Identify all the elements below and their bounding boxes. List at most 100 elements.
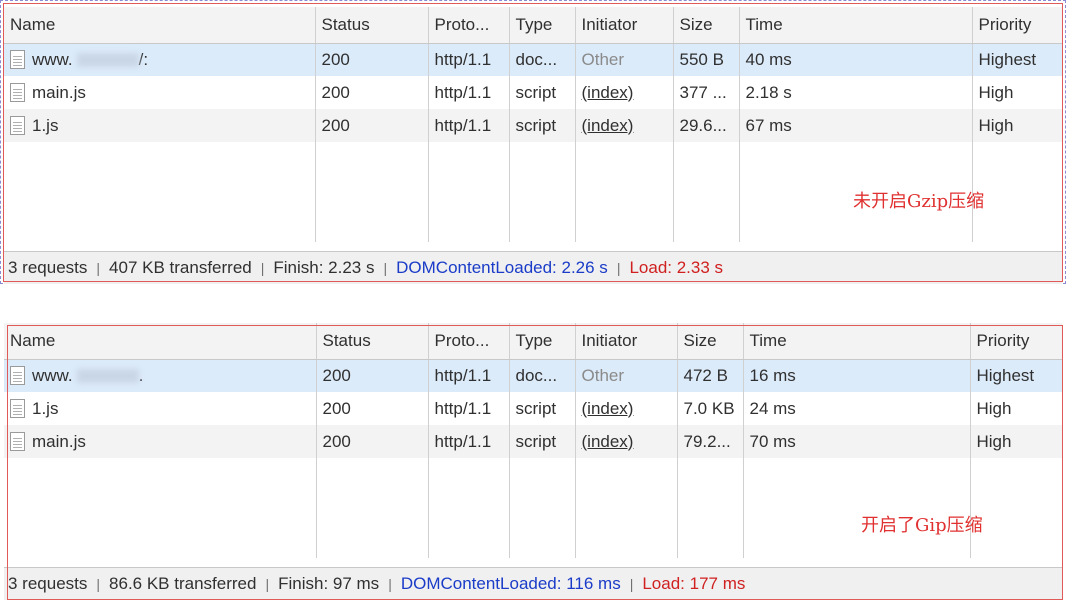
column-header-protocol[interactable]: Proto... — [427, 7, 509, 44]
script-file-icon — [10, 115, 25, 135]
protocol-cell: http/1.1 — [427, 392, 509, 425]
status-cell: 200 — [314, 76, 428, 109]
size-cell: 472 B — [676, 359, 743, 392]
priority-cell: Highest — [971, 43, 1062, 76]
column-header-status[interactable]: Status — [314, 7, 428, 44]
time-cell: 70 ms — [742, 425, 970, 458]
type-cell: script — [508, 109, 575, 142]
protocol-cell: http/1.1 — [427, 109, 509, 142]
document-file-icon — [10, 365, 25, 385]
size-cell: 79.2... — [676, 425, 743, 458]
type-cell: script — [508, 392, 575, 425]
time-cell: 16 ms — [742, 359, 970, 392]
time-cell: 67 ms — [738, 109, 972, 142]
initiator-link[interactable]: (index) — [582, 83, 634, 102]
status-cell: 200 — [314, 43, 428, 76]
transferred-size: 407 KB transferred — [109, 258, 252, 277]
table-row[interactable]: 1.js 200 http/1.1 script (index) 29.6...… — [4, 109, 1062, 142]
request-name-cell[interactable]: 1.js — [4, 109, 315, 142]
status-cell: 200 — [315, 425, 428, 458]
priority-cell: High — [971, 76, 1062, 109]
protocol-cell: http/1.1 — [427, 359, 509, 392]
column-header-initiator[interactable]: Initiator — [574, 7, 673, 44]
column-header-priority[interactable]: Priority — [971, 7, 1062, 44]
type-cell: script — [508, 425, 575, 458]
column-header-time[interactable]: Time — [742, 323, 970, 360]
priority-cell: High — [969, 392, 1062, 425]
protocol-cell: http/1.1 — [427, 425, 509, 458]
dom-content-loaded-time: DOMContentLoaded: 116 ms — [400, 574, 621, 593]
request-name-cell[interactable]: main.js — [4, 76, 315, 109]
priority-cell: High — [969, 425, 1062, 458]
script-file-icon — [10, 398, 25, 418]
time-cell: 40 ms — [738, 43, 972, 76]
request-name-cell[interactable]: www./: — [4, 43, 315, 76]
column-header-protocol[interactable]: Proto... — [427, 323, 509, 360]
status-cell: 200 — [315, 359, 428, 392]
time-cell: 24 ms — [742, 392, 970, 425]
type-cell: script — [508, 76, 575, 109]
load-time: Load: 2.33 s — [629, 258, 724, 277]
request-count: 3 requests — [8, 574, 88, 593]
status-cell: 200 — [314, 109, 428, 142]
table-row[interactable]: 1.js 200 http/1.1 script (index) 7.0 KB … — [4, 392, 1062, 425]
initiator-cell: Other — [574, 43, 673, 76]
table-header: Name Status Proto... Type Initiator Size… — [4, 7, 1062, 44]
status-cell: 200 — [315, 392, 428, 425]
type-cell: doc... — [508, 43, 575, 76]
priority-cell: Highest — [969, 359, 1062, 392]
script-file-icon — [10, 82, 25, 102]
annotation-label: 开启了Gip压缩 — [861, 515, 983, 536]
table-row[interactable]: main.js 200 http/1.1 script (index) 79.2… — [4, 425, 1062, 458]
column-header-priority[interactable]: Priority — [969, 323, 1062, 360]
finish-time: Finish: 97 ms — [278, 574, 380, 593]
initiator-link[interactable]: (index) — [582, 116, 634, 135]
dom-content-loaded-time: DOMContentLoaded: 2.26 s — [396, 258, 608, 277]
column-header-name[interactable]: Name — [4, 7, 315, 44]
initiator-cell: (index) — [574, 425, 677, 458]
column-header-name[interactable]: Name — [4, 323, 316, 360]
size-cell: 7.0 KB — [676, 392, 743, 425]
type-cell: doc... — [508, 359, 575, 392]
document-file-icon — [10, 49, 25, 69]
priority-cell: High — [971, 109, 1062, 142]
column-header-time[interactable]: Time — [738, 7, 972, 44]
network-panel-gzip-off: Name Status Proto... Type Initiator Size… — [0, 0, 1066, 284]
table-row[interactable]: www./: 200 http/1.1 doc... Other 550 B 4… — [4, 43, 1062, 76]
network-panel-gzip-on: Name Status Proto... Type Initiator Size… — [0, 316, 1066, 600]
size-cell: 377 ... — [672, 76, 739, 109]
initiator-cell: (index) — [574, 392, 677, 425]
protocol-cell: http/1.1 — [427, 76, 509, 109]
table-row[interactable]: www.. 200 http/1.1 doc... Other 472 B 16… — [4, 359, 1062, 392]
request-name-cell[interactable]: 1.js — [4, 392, 316, 425]
column-header-size[interactable]: Size — [676, 323, 743, 360]
request-name-cell[interactable]: main.js — [4, 425, 316, 458]
size-cell: 550 B — [672, 43, 739, 76]
size-cell: 29.6... — [672, 109, 739, 142]
initiator-cell: Other — [574, 359, 677, 392]
table-row[interactable]: main.js 200 http/1.1 script (index) 377 … — [4, 76, 1062, 109]
column-header-type[interactable]: Type — [508, 7, 575, 44]
script-file-icon — [10, 431, 25, 451]
initiator-cell: (index) — [574, 76, 673, 109]
summary-bar: 3 requests | 407 KB transferred | Finish… — [4, 251, 1062, 284]
redacted-domain — [76, 369, 139, 384]
request-count: 3 requests — [8, 258, 88, 277]
redacted-domain — [76, 53, 139, 68]
annotation-label: 未开启Gzip压缩 — [853, 191, 985, 212]
empty-table-area — [4, 458, 1062, 558]
initiator-link[interactable]: (index) — [582, 399, 634, 418]
initiator-link[interactable]: (index) — [582, 432, 634, 451]
request-name-cell[interactable]: www.. — [4, 359, 316, 392]
column-header-initiator[interactable]: Initiator — [574, 323, 677, 360]
column-header-type[interactable]: Type — [508, 323, 575, 360]
protocol-cell: http/1.1 — [427, 43, 509, 76]
summary-bar: 3 requests | 86.6 KB transferred | Finis… — [4, 567, 1062, 600]
time-cell: 2.18 s — [738, 76, 972, 109]
table-header: Name Status Proto... Type Initiator Size… — [4, 323, 1062, 360]
column-header-size[interactable]: Size — [672, 7, 739, 44]
column-header-status[interactable]: Status — [315, 323, 428, 360]
transferred-size: 86.6 KB transferred — [109, 574, 257, 593]
load-time: Load: 177 ms — [642, 574, 746, 593]
finish-time: Finish: 2.23 s — [273, 258, 375, 277]
